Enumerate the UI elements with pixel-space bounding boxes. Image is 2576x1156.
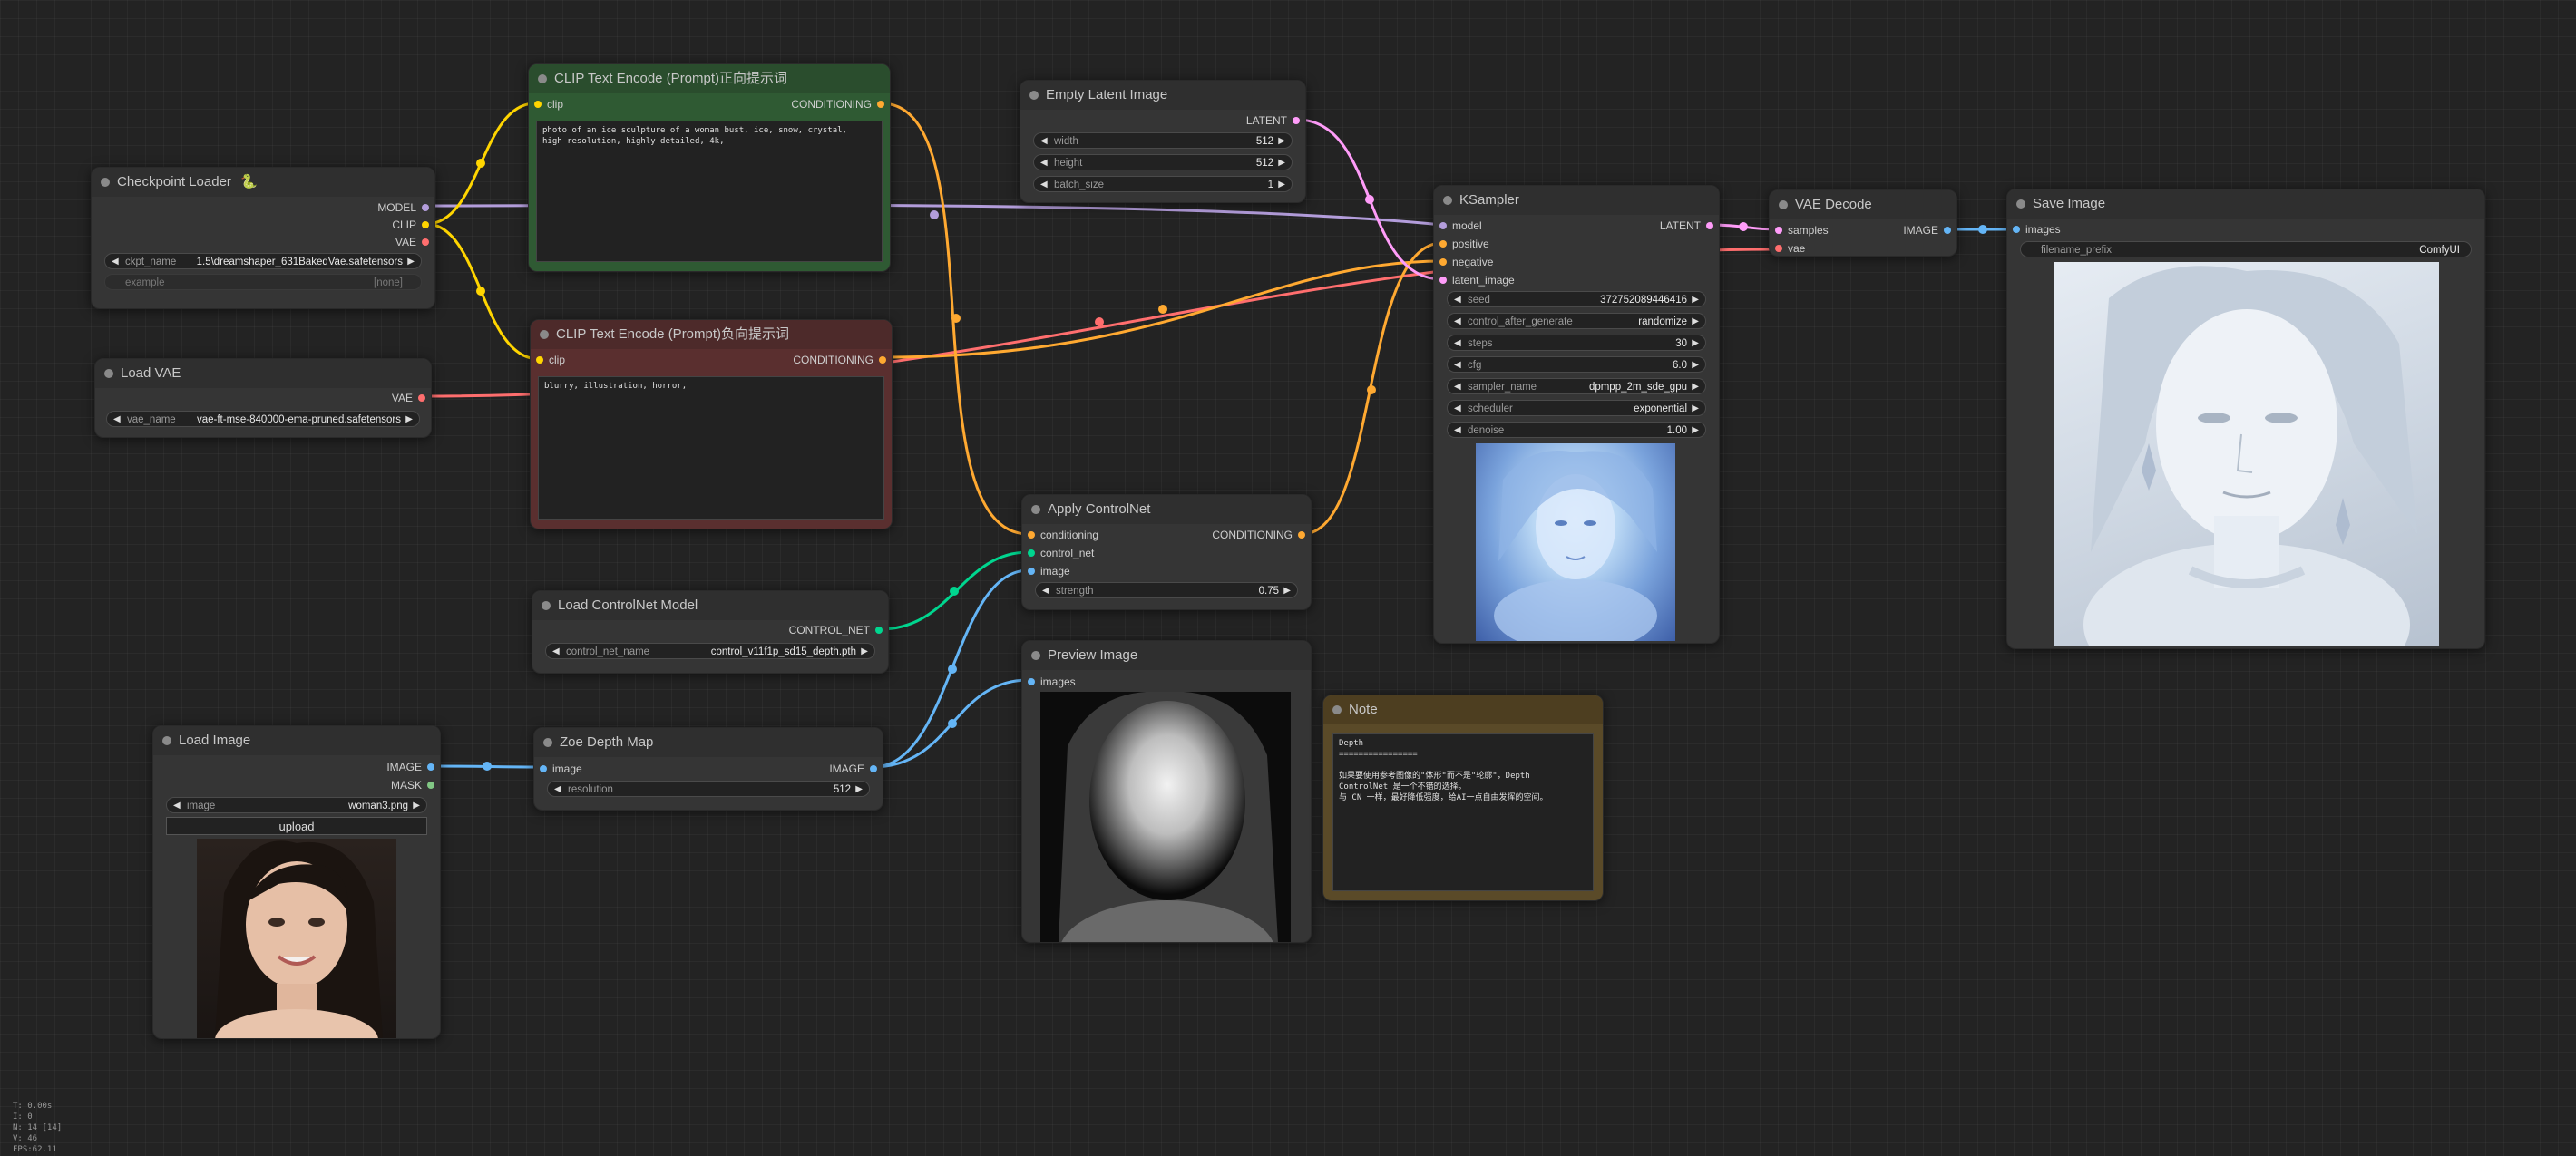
node-title[interactable]: CLIP Text Encode (Prompt)正向提示词 — [529, 64, 890, 93]
stat-vertices: V: 46 — [13, 1134, 38, 1143]
stat-iterations: I: 0 — [13, 1112, 33, 1122]
node-title[interactable]: Note — [1323, 695, 1603, 724]
node-title[interactable]: Load ControlNet Model — [532, 591, 888, 620]
denoise-number[interactable]: ◀ denoise 1.00 ▶ — [1447, 422, 1706, 438]
output-clip[interactable]: CLIP — [392, 216, 429, 234]
node-title[interactable]: Zoe Depth Map — [534, 728, 883, 757]
node-title[interactable]: KSampler — [1434, 186, 1719, 215]
node-title[interactable]: CLIP Text Encode (Prompt)负向提示词 — [531, 320, 892, 349]
scheduler-combo[interactable]: ◀ scheduler exponential ▶ — [1447, 400, 1706, 416]
node-note[interactable]: Note Depth ================ 如果要使用参考图像的"体… — [1322, 695, 1604, 901]
input-images[interactable]: images — [2013, 220, 2061, 238]
seed-number[interactable]: ◀ seed 372752089446416 ▶ — [1447, 291, 1706, 307]
python-badge-icon: 🐍 — [240, 174, 258, 189]
output-control-net[interactable]: CONTROL_NET — [789, 621, 883, 639]
node-clip-text-encode-positive[interactable]: CLIP Text Encode (Prompt)正向提示词 clip COND… — [528, 63, 891, 272]
output-latent[interactable]: LATENT — [1660, 217, 1713, 235]
node-title[interactable]: Load Image — [153, 726, 440, 755]
stat-fps: FPS:62.11 — [13, 1145, 57, 1154]
filename-prefix-field[interactable]: filename_prefix ComfyUI — [2020, 241, 2472, 257]
node-title[interactable]: Load VAE — [95, 359, 431, 388]
output-latent[interactable]: LATENT — [1246, 112, 1300, 130]
node-vae-decode[interactable]: VAE Decode samples vae IMAGE — [1769, 189, 1957, 257]
input-samples[interactable]: samples — [1775, 221, 1829, 239]
input-vae[interactable]: vae — [1775, 239, 1805, 257]
note-textarea[interactable]: Depth ================ 如果要使用参考图像的"体形"而不是… — [1332, 733, 1594, 891]
portrait-photo — [215, 840, 383, 1038]
height-number[interactable]: ◀ height 512 ▶ — [1033, 154, 1293, 170]
node-title[interactable]: Checkpoint Loader 🐍 — [92, 168, 434, 197]
output-image[interactable]: IMAGE — [1903, 221, 1951, 239]
ice-sculpture-render — [2083, 266, 2417, 646]
input-clip[interactable]: clip — [534, 95, 563, 113]
stat-nodes: N: 14 [14] — [13, 1123, 63, 1132]
input-control-net[interactable]: control_net — [1028, 544, 1094, 562]
node-title[interactable]: Preview Image — [1022, 641, 1311, 670]
prompt-textarea[interactable]: blurry, illustration, horror, — [538, 376, 884, 520]
arrow-right-icon[interactable]: ▶ — [407, 254, 415, 268]
node-save-image[interactable]: Save Image images filename_prefix ComfyUI — [2006, 189, 2485, 649]
input-images[interactable]: images — [1028, 673, 1076, 691]
output-mask[interactable]: MASK — [391, 776, 434, 794]
collapse-dot-icon[interactable] — [104, 369, 113, 378]
input-conditioning[interactable]: conditioning — [1028, 526, 1098, 544]
ice-sculpture-preview — [1494, 451, 1657, 641]
width-number[interactable]: ◀ width 512 ▶ — [1033, 132, 1293, 149]
node-empty-latent-image[interactable]: Empty Latent Image LATENT ◀ width 512 ▶ ◀ he… — [1020, 80, 1306, 203]
node-checkpoint-loader[interactable]: Checkpoint Loader 🐍 MODEL CLIP VAE ◀ ckp… — [91, 167, 435, 309]
steps-number[interactable]: ◀ steps 30 ▶ — [1447, 335, 1706, 351]
output-conditioning[interactable]: CONDITIONING — [791, 95, 884, 113]
node-load-image[interactable]: Load Image IMAGE MASK ◀ image woman3.png ▶ … — [152, 725, 441, 1039]
node-load-vae[interactable]: Load VAE VAE ◀ vae_name vae-ft-mse-84000… — [94, 358, 432, 438]
input-clip[interactable]: clip — [536, 351, 565, 369]
sampler-name-combo[interactable]: ◀ sampler_name dpmpp_2m_sde_gpu ▶ — [1447, 378, 1706, 394]
node-zoe-depth-map[interactable]: Zoe Depth Map image IMAGE ◀ resolution 512… — [533, 727, 883, 811]
node-load-controlnet-model[interactable]: Load ControlNet Model CONTROL_NET ◀ contr… — [532, 590, 889, 674]
batch-size-number[interactable]: ◀ batch_size 1 ▶ — [1033, 176, 1293, 192]
input-positive[interactable]: positive — [1439, 235, 1489, 253]
image-combo[interactable]: ◀ image woman3.png ▶ — [166, 797, 427, 813]
strength-slider[interactable]: ◀ strength 0.75 ▶ — [1035, 582, 1298, 598]
depth-map-graphic — [1040, 692, 1291, 942]
control-after-generate-combo[interactable]: ◀ control_after_generate randomize ▶ — [1447, 313, 1706, 329]
input-image[interactable]: image — [1028, 562, 1070, 580]
node-preview-image[interactable]: Preview Image images — [1021, 640, 1312, 943]
output-model[interactable]: MODEL — [377, 199, 429, 217]
output-conditioning[interactable]: CONDITIONING — [793, 351, 886, 369]
node-title[interactable]: Save Image — [2007, 189, 2484, 219]
node-title[interactable]: Apply ControlNet — [1022, 495, 1311, 524]
input-negative[interactable]: negative — [1439, 253, 1493, 271]
saved-output-image — [2054, 262, 2439, 646]
render-stats: T: 0.00s I: 0 N: 14 [14] V: 46 FPS:62.11 — [13, 1101, 62, 1155]
output-vae[interactable]: VAE — [395, 233, 429, 251]
latent-preview-image — [1476, 443, 1675, 641]
output-vae[interactable]: VAE — [392, 389, 425, 407]
node-title[interactable]: VAE Decode — [1770, 190, 1956, 219]
input-latent-image[interactable]: latent_image — [1439, 271, 1515, 289]
cfg-number[interactable]: ◀ cfg 6.0 ▶ — [1447, 356, 1706, 373]
input-photo — [197, 839, 396, 1038]
input-image[interactable]: image — [540, 760, 582, 778]
prompt-textarea[interactable]: photo of an ice sculpture of a woman bus… — [536, 121, 883, 262]
resolution-number[interactable]: ◀ resolution 512 ▶ — [547, 781, 870, 797]
ckpt-name-combo[interactable]: ◀ ckpt_name 1.5\dreamshaper_631BakedVae.… — [104, 253, 422, 269]
depth-map-preview — [1040, 692, 1291, 942]
stat-time: T: 0.00s — [13, 1102, 53, 1111]
vae-name-combo[interactable]: ◀ vae_name vae-ft-mse-840000-ema-pruned.… — [106, 411, 420, 427]
arrow-left-icon[interactable]: ◀ — [112, 254, 119, 268]
node-ksampler[interactable]: KSampler model positive negative latent_… — [1433, 185, 1720, 644]
node-apply-controlnet[interactable]: Apply ControlNet conditioning control_ne… — [1021, 494, 1312, 610]
output-image[interactable]: IMAGE — [386, 758, 434, 776]
example-field: example [none] — [104, 274, 422, 290]
node-title-text: Checkpoint Loader — [117, 174, 231, 189]
node-title[interactable]: Empty Latent Image — [1020, 81, 1305, 110]
control-net-name-combo[interactable]: ◀ control_net_name control_v11f1p_sd15_dep… — [545, 643, 875, 659]
collapse-dot-icon[interactable] — [101, 178, 110, 187]
output-conditioning[interactable]: CONDITIONING — [1212, 526, 1305, 544]
upload-button[interactable]: upload — [166, 817, 427, 835]
input-model[interactable]: model — [1439, 217, 1482, 235]
node-clip-text-encode-negative[interactable]: CLIP Text Encode (Prompt)负向提示词 clip COND… — [530, 319, 893, 529]
output-image[interactable]: IMAGE — [829, 760, 877, 778]
